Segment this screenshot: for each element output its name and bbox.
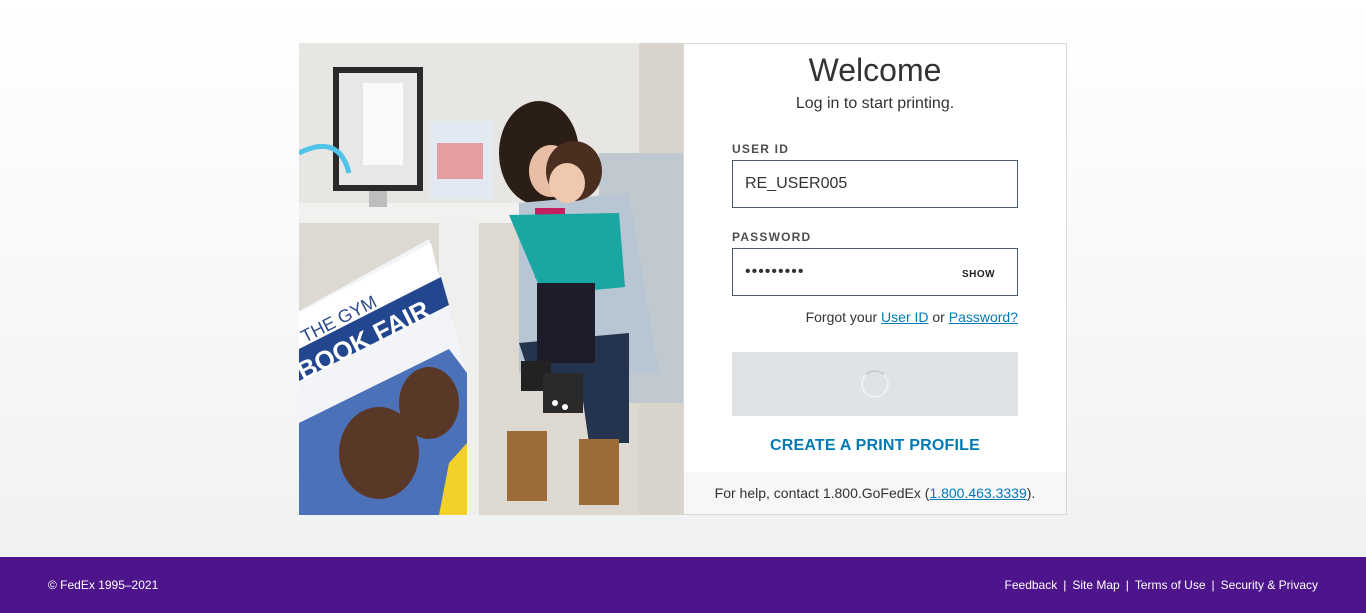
login-panel: Welcome Log in to start printing. USER I… (683, 43, 1067, 515)
forgot-password-link[interactable]: Password? (949, 309, 1018, 325)
forgot-user-id-link[interactable]: User ID (881, 309, 928, 325)
password-label: PASSWORD (732, 230, 812, 244)
login-card: THE GYM BOOK FAIR Welcome Log in to star… (299, 43, 1067, 515)
user-id-label: USER ID (732, 142, 790, 156)
help-suffix: ). (1026, 485, 1036, 501)
page-title: Welcome (808, 52, 942, 88)
help-phone-link[interactable]: 1.800.463.3339 (929, 485, 1026, 501)
footer: © FedEx 1995–2021 Feedback | Site Map | … (0, 557, 1366, 613)
show-password-button[interactable]: SHOW (962, 269, 995, 280)
hero-photo: THE GYM BOOK FAIR (299, 43, 683, 515)
footer-links: Feedback | Site Map | Terms of Use | Sec… (1005, 578, 1318, 592)
login-button[interactable] (732, 352, 1018, 416)
hero-illustration: THE GYM BOOK FAIR (299, 43, 683, 515)
page-subtitle: Log in to start printing. (795, 95, 955, 112)
footer-separator: | (1063, 578, 1067, 592)
footer-separator: | (1211, 578, 1215, 592)
forgot-or: or (932, 309, 945, 325)
footer-link-feedback[interactable]: Feedback (1005, 578, 1058, 592)
user-id-input[interactable] (732, 160, 1018, 208)
footer-link-security[interactable]: Security & Privacy (1221, 578, 1318, 592)
footer-link-terms[interactable]: Terms of Use (1135, 578, 1206, 592)
footer-separator: | (1125, 578, 1129, 592)
help-prefix: For help, contact 1.800.GoFedEx ( (714, 485, 930, 501)
forgot-credentials: Forgot your User ID or Password? (806, 309, 1018, 325)
footer-link-site-map[interactable]: Site Map (1072, 578, 1119, 592)
forgot-prefix: Forgot your (805, 309, 878, 325)
loading-spinner-icon (861, 370, 889, 398)
help-bar: For help, contact 1.800.GoFedEx (1.800.4… (684, 472, 1066, 514)
copyright: © FedEx 1995–2021 (48, 578, 159, 592)
create-print-profile-link[interactable]: CREATE A PRINT PROFILE (684, 437, 1066, 455)
